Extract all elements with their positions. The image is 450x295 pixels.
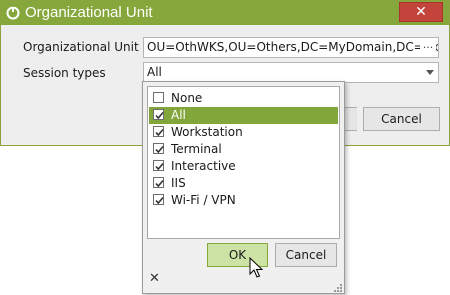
session-types-dropdown[interactable]: All xyxy=(143,62,439,83)
checkbox-icon[interactable] xyxy=(153,160,164,171)
app-icon xyxy=(6,6,20,20)
list-item-all[interactable]: All xyxy=(149,107,338,124)
close-button[interactable]: ✕ xyxy=(399,2,443,22)
ou-label: Organizational Unit xyxy=(23,40,139,54)
checkbox-icon[interactable] xyxy=(153,177,164,188)
list-item-label: Wi-Fi / VPN xyxy=(171,193,236,207)
checkbox-icon[interactable] xyxy=(153,126,164,137)
window-title: Organizational Unit xyxy=(25,4,153,21)
ou-value: OU=OthWKS,OU=Others,DC=MyDomain,DC=local xyxy=(147,40,439,54)
browse-icon[interactable]: ··· xyxy=(420,38,436,57)
checkbox-icon[interactable] xyxy=(153,194,164,205)
checkbox-icon[interactable] xyxy=(153,92,164,103)
list-item-workstation[interactable]: Workstation xyxy=(149,124,338,141)
session-types-popup: None All Workstation Terminal Interactiv… xyxy=(142,81,345,294)
popup-cancel-label: Cancel xyxy=(285,248,327,262)
list-item-label: IIS xyxy=(171,176,186,190)
list-item-label: Workstation xyxy=(171,125,243,139)
list-item-terminal[interactable]: Terminal xyxy=(149,141,338,158)
list-item-wifi-vpn[interactable]: Wi-Fi / VPN xyxy=(149,192,338,209)
session-types-value: All xyxy=(147,65,162,79)
list-item-label: Terminal xyxy=(171,142,222,156)
checkbox-icon[interactable] xyxy=(153,109,164,120)
chevron-down-icon xyxy=(426,70,434,75)
checkbox-icon[interactable] xyxy=(153,143,164,154)
session-types-list: None All Workstation Terminal Interactiv… xyxy=(147,86,340,239)
mouse-cursor-icon xyxy=(249,256,264,279)
ou-field[interactable]: OU=OthWKS,OU=Others,DC=MyDomain,DC=local… xyxy=(143,37,439,58)
list-item-label: None xyxy=(171,91,203,105)
dialog-cancel-label: Cancel xyxy=(381,112,422,126)
list-item-label: Interactive xyxy=(171,159,236,173)
popup-cancel-button[interactable]: Cancel xyxy=(275,243,337,267)
resize-grip-icon[interactable] xyxy=(332,281,342,292)
list-item-iis[interactable]: IIS xyxy=(149,175,338,192)
ok-button-label: OK xyxy=(228,248,247,262)
list-item-interactive[interactable]: Interactive xyxy=(149,158,338,175)
list-item-none[interactable]: None xyxy=(149,90,338,107)
close-icon: ✕ xyxy=(415,4,427,20)
dialog-cancel-button[interactable]: Cancel xyxy=(363,107,440,131)
list-item-label: All xyxy=(171,108,186,122)
close-icon[interactable]: ✕ xyxy=(149,272,160,286)
title-bar[interactable]: Organizational Unit ✕ xyxy=(1,1,449,25)
session-types-label: Session types xyxy=(23,66,106,80)
